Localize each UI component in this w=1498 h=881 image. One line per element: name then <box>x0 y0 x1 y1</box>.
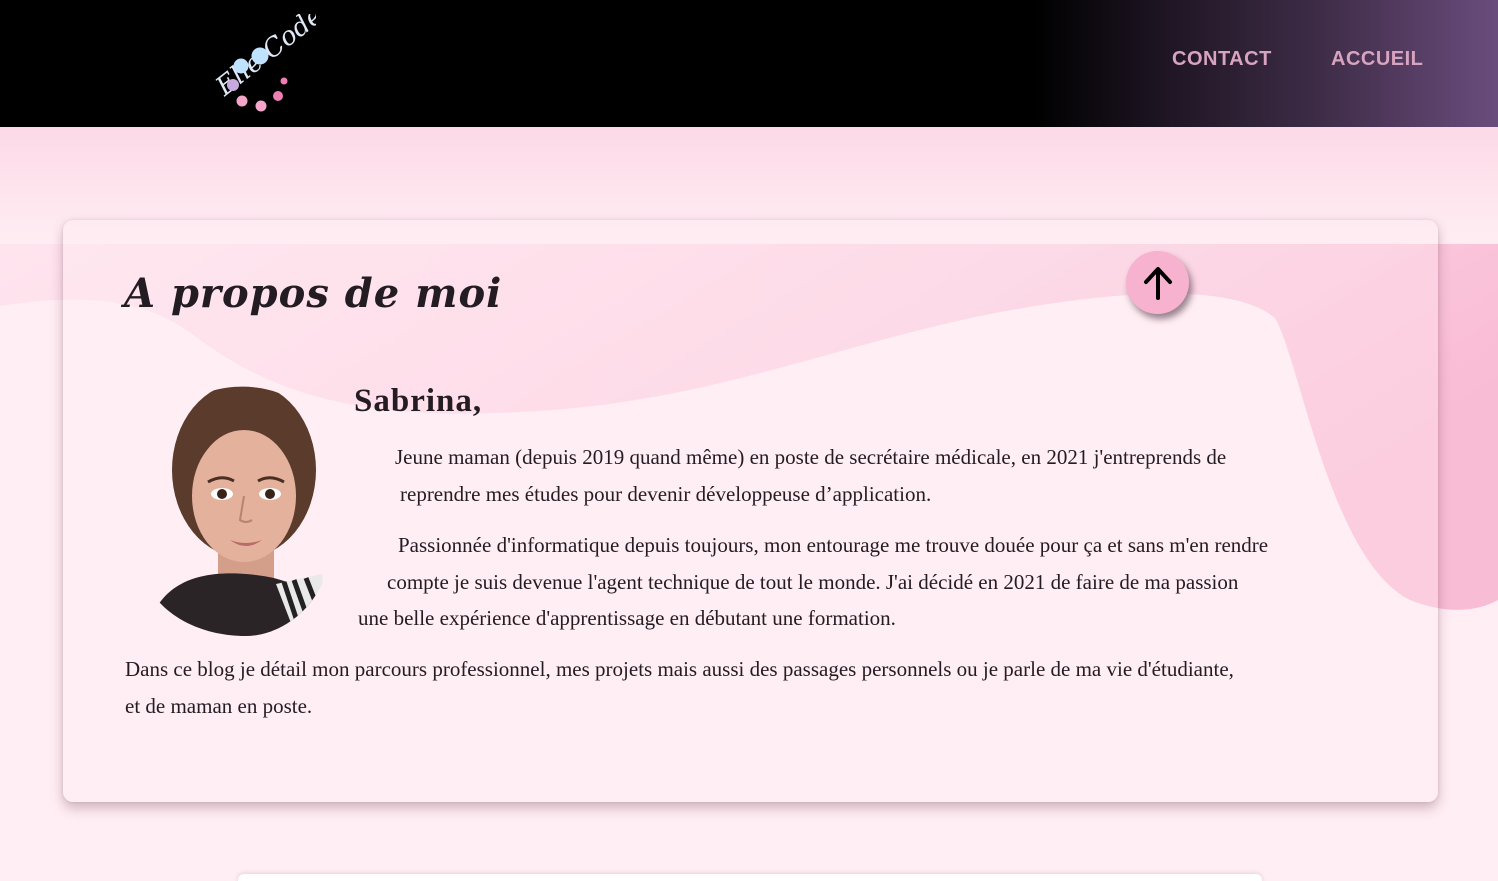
passion-paragraph-line: compte je suis devenue l'agent technique… <box>387 570 1239 594</box>
logo-mark: Elle Code <box>210 14 316 112</box>
nav-contact-link[interactable]: CONTACT <box>1172 48 1272 71</box>
passion-paragraph-line: Passionnée d'informatique depuis toujour… <box>398 533 1269 557</box>
site-header: Elle Code CONTACT ACCUEIL <box>0 0 1498 127</box>
nav-accueil-link[interactable]: ACCUEIL <box>1331 48 1423 71</box>
author-name: Sabrina, <box>354 383 483 419</box>
about-title: A propos de moi <box>124 270 503 317</box>
intro-paragraph-line: Jeune maman (depuis 2019 quand même) en … <box>395 445 1227 469</box>
passion-paragraph-line: une belle expérience d'apprentissage en … <box>358 606 896 630</box>
profile-photo <box>126 384 334 636</box>
blog-paragraph-line: Dans ce blog je détail mon parcours prof… <box>125 657 1234 681</box>
intro-paragraph-line: reprendre mes études pour devenir dévelo… <box>400 482 932 506</box>
next-section-card <box>238 874 1262 881</box>
scroll-to-top-button[interactable] <box>1126 251 1189 314</box>
elle-code-logo[interactable]: Elle Code <box>192 14 316 118</box>
blog-paragraph-line: et de maman en poste. <box>125 694 313 718</box>
arrow-up-icon <box>1143 266 1172 300</box>
